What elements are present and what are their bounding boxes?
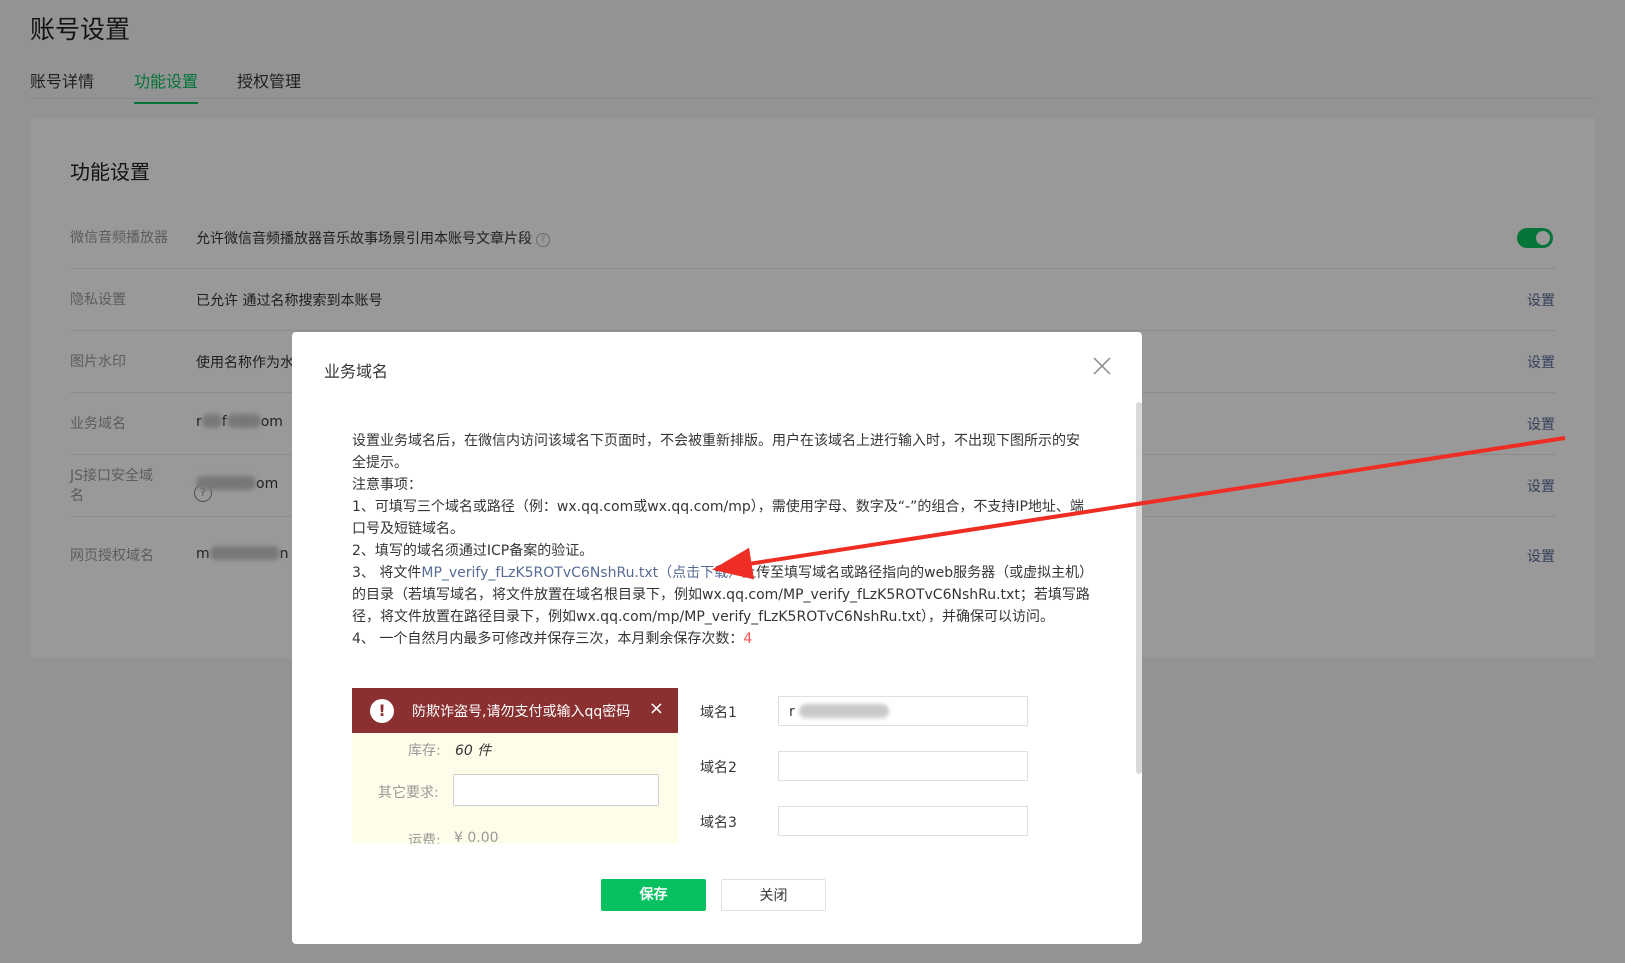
domain3-input[interactable]: [778, 806, 1028, 836]
stock-value: 60 件: [455, 743, 492, 759]
notice-item-3: 3、 将文件MP_verify_fLzK5ROTvC6NshRu.txt（点击下…: [352, 565, 1090, 625]
shipping-label: 运费:: [408, 833, 441, 844]
business-domain-dialog: 业务域名 设置业务域名后，在微信内访问该域名下页面时，不会被重新排版。用户在该域…: [292, 332, 1142, 944]
dialog-title: 业务域名: [324, 362, 389, 381]
domain1-label: 域名1: [700, 705, 737, 721]
notice-title: 注意事项：: [352, 477, 422, 493]
domain3-label: 域名3: [700, 815, 737, 831]
domain1-input[interactable]: r: [778, 696, 1028, 726]
close-icon[interactable]: [1092, 356, 1112, 376]
warning-icon: !: [370, 699, 394, 723]
notice-item-4: 4、 一个自然月内最多可修改并保存三次，本月剩余保存次数：4: [352, 631, 753, 647]
requirements-label: 其它要求:: [378, 785, 439, 801]
domain2-label: 域名2: [700, 760, 737, 776]
domain2-input[interactable]: [778, 751, 1028, 781]
notice-item-1: 1、可填写三个域名或路径（例：wx.qq.com或wx.qq.com/mp），需…: [352, 499, 1084, 537]
verify-file-download-link[interactable]: MP_verify_fLzK5ROTvC6NshRu.txt（点击下载）: [421, 565, 742, 581]
notice-intro: 设置业务域名后，在微信内访问该域名下页面时，不会被重新排版。用户在该域名上进行输…: [352, 433, 1080, 471]
shipping-value: ¥ 0.00: [454, 830, 499, 844]
notice-item-2: 2、填写的域名须通过ICP备案的验证。: [352, 543, 594, 559]
close-icon: ×: [648, 698, 664, 719]
domain-notice: 设置业务域名后，在微信内访问该域名下页面时，不会被重新排版。用户在该域名上进行输…: [352, 430, 1092, 650]
dialog-scrollbar[interactable]: [1136, 402, 1142, 774]
remaining-count: 4: [743, 631, 753, 647]
warning-text: 防欺诈盗号,请勿支付或输入qq密码: [412, 704, 631, 720]
stock-label: 库存:: [408, 743, 441, 759]
requirements-input: [453, 774, 659, 806]
close-button[interactable]: 关闭: [721, 879, 826, 911]
security-warning-example: ! 防欺诈盗号,请勿支付或输入qq密码 × 库存: 60 件 其它要求: 运费:…: [352, 688, 678, 844]
save-button[interactable]: 保存: [601, 879, 706, 911]
warning-bar: ! 防欺诈盗号,请勿支付或输入qq密码 ×: [352, 688, 678, 733]
